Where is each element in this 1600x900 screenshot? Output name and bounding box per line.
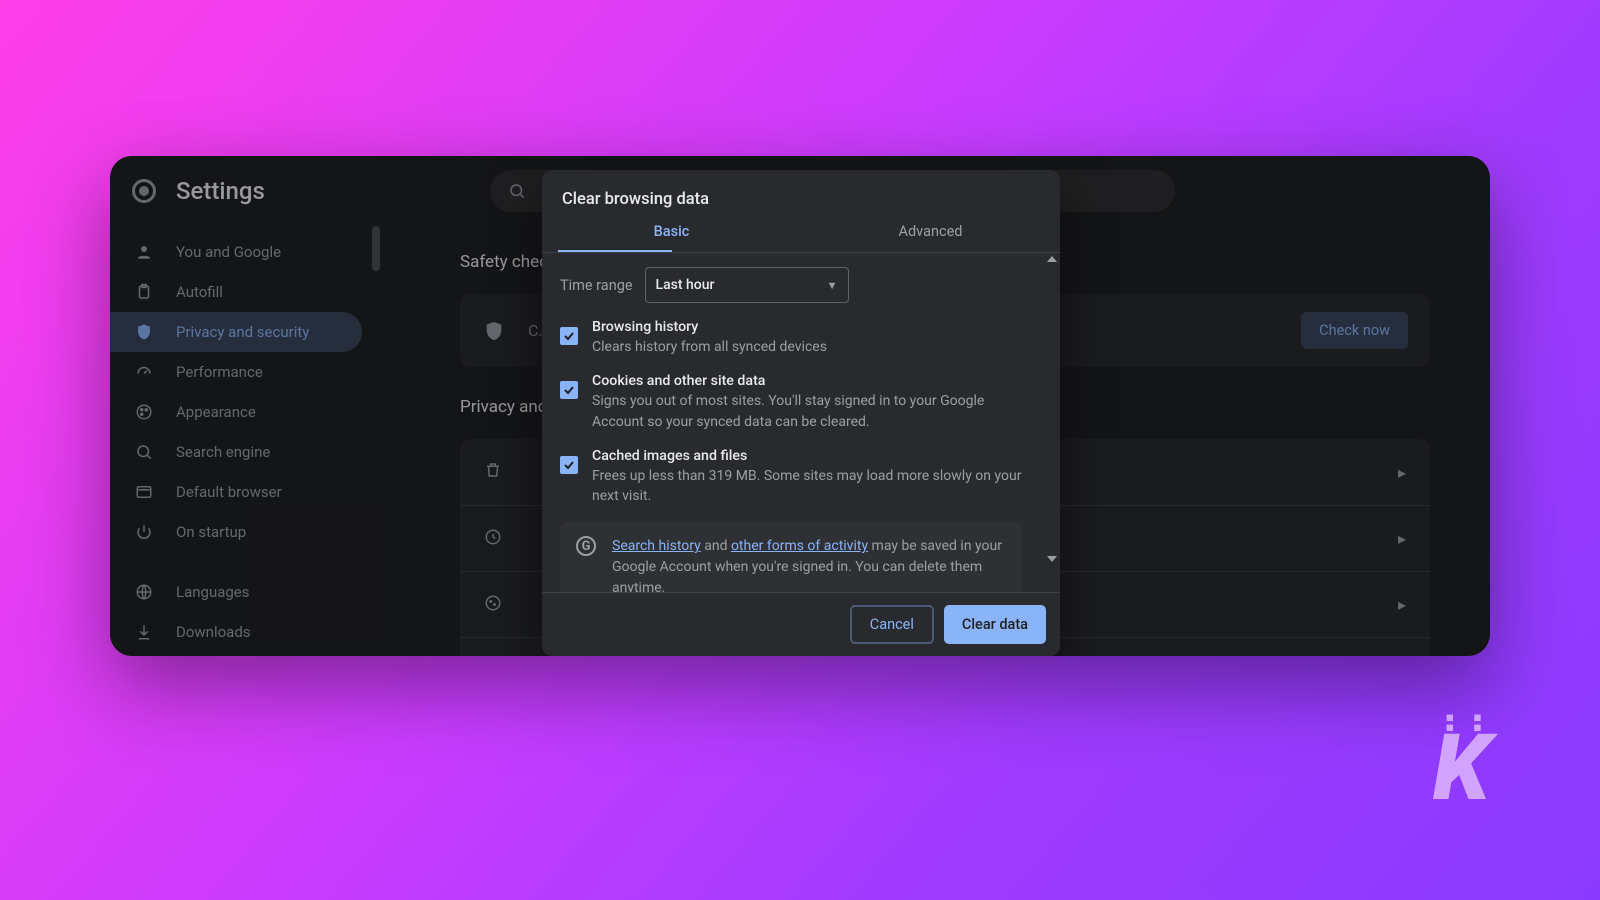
clear-data-button[interactable]: Clear data: [944, 605, 1046, 644]
option-desc: Frees up less than 319 MB. Some sites ma…: [592, 466, 1022, 507]
cancel-button[interactable]: Cancel: [850, 605, 934, 644]
chevron-down-icon: ▼: [827, 279, 838, 292]
google-g-icon: G: [576, 536, 596, 556]
option-title: Cookies and other site data: [592, 373, 1022, 389]
option-title: Cached images and files: [592, 448, 1022, 464]
cached-checkbox[interactable]: [560, 456, 578, 474]
dialog-scrollbar[interactable]: [1046, 256, 1058, 566]
dialog-footer: Cancel Clear data: [542, 592, 1060, 656]
scroll-up-icon[interactable]: [1047, 256, 1057, 262]
browsing-history-checkbox[interactable]: [560, 327, 578, 345]
time-range-row: Time range Last hour ▼: [560, 267, 1022, 303]
time-range-value: Last hour: [656, 277, 715, 293]
dialog-tabs: Basic Advanced: [542, 223, 1060, 252]
clear-browsing-data-dialog: Clear browsing data Basic Advanced Time …: [542, 170, 1060, 656]
option-desc: Signs you out of most sites. You'll stay…: [592, 391, 1022, 432]
watermark-logo: ▪ ▪▪ ▪ K: [1433, 713, 1490, 805]
other-activity-link[interactable]: other forms of activity: [731, 538, 868, 554]
option-desc: Clears history from all synced devices: [592, 337, 827, 357]
dialog-body: Time range Last hour ▼ Browsing history …: [542, 252, 1060, 592]
cookies-checkbox[interactable]: [560, 381, 578, 399]
time-range-label: Time range: [560, 277, 633, 294]
info-text: Search history and other forms of activi…: [612, 536, 1006, 592]
cached-option: Cached images and files Frees up less th…: [560, 448, 1022, 507]
tab-basic[interactable]: Basic: [542, 223, 801, 252]
browser-window: Settings You and Google Autofill Privacy…: [110, 156, 1490, 656]
scroll-down-icon[interactable]: [1047, 556, 1057, 562]
tab-advanced[interactable]: Advanced: [801, 223, 1060, 252]
dialog-title: Clear browsing data: [542, 170, 1060, 223]
search-history-link[interactable]: Search history: [612, 538, 701, 554]
browsing-history-option: Browsing history Clears history from all…: [560, 319, 1022, 357]
option-title: Browsing history: [592, 319, 827, 335]
google-account-info: G Search history and other forms of acti…: [560, 522, 1022, 592]
cookies-option: Cookies and other site data Signs you ou…: [560, 373, 1022, 432]
time-range-select[interactable]: Last hour ▼: [645, 267, 849, 303]
